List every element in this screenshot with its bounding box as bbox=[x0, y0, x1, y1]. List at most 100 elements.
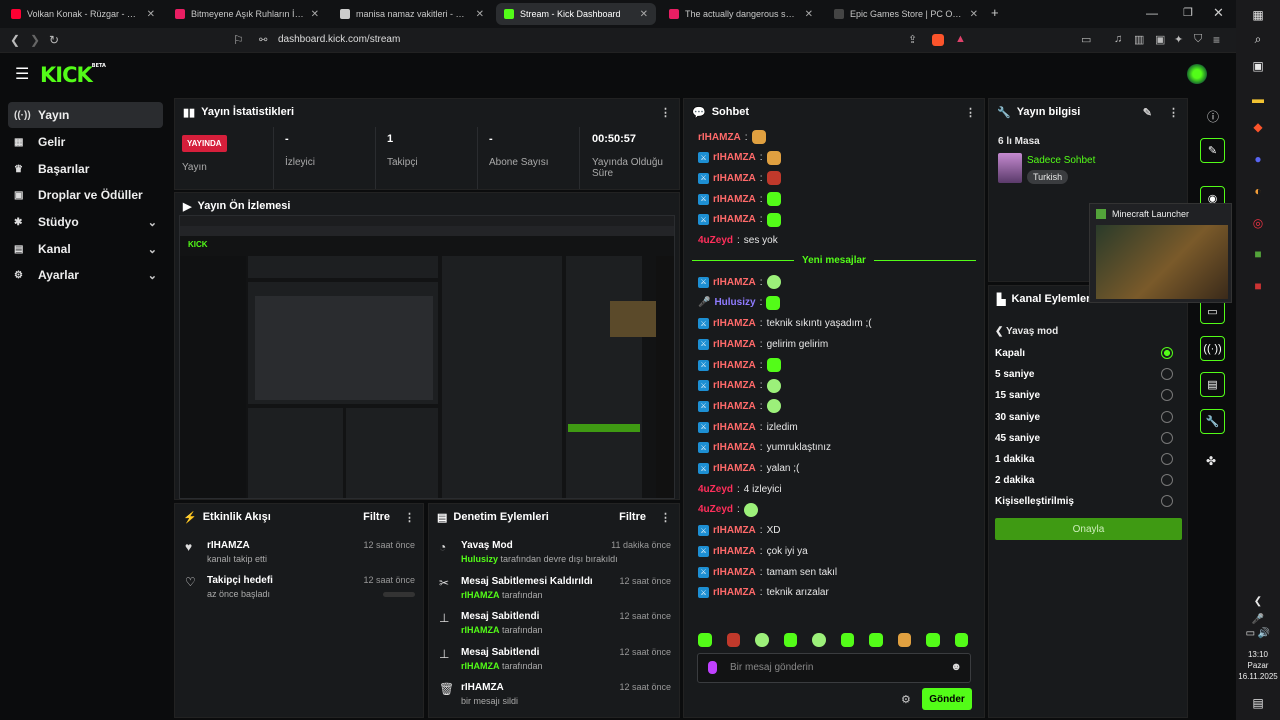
slow-mode-option[interactable]: 5 saniye bbox=[995, 369, 1034, 380]
minecraft-icon[interactable]: ■ bbox=[1243, 243, 1273, 265]
radio-button[interactable] bbox=[1161, 453, 1173, 465]
app2-icon[interactable]: ■ bbox=[1243, 275, 1273, 297]
chat-username[interactable]: rIHAMZA bbox=[713, 173, 756, 184]
chat-username[interactable]: rIHAMZA bbox=[713, 587, 756, 598]
maximize-icon[interactable]: ❐ bbox=[1183, 6, 1193, 19]
app-icon[interactable]: ◎ bbox=[1243, 212, 1273, 234]
moderator-name[interactable]: rIHAMZA bbox=[461, 661, 500, 671]
chat-message[interactable]: ⚔ rIHAMZA: izledim bbox=[698, 419, 798, 435]
send-button[interactable]: Gönder bbox=[922, 688, 972, 710]
taskbar-preview[interactable]: Minecraft Launcher bbox=[1089, 203, 1232, 303]
emote-picker-icon[interactable] bbox=[869, 633, 883, 647]
chat-message[interactable]: ⚔ rIHAMZA: yumruklaştınız bbox=[698, 440, 831, 456]
chat-message[interactable]: ⚔ rIHAMZA: bbox=[698, 212, 781, 228]
chat-message[interactable]: ⚔ rIHAMZA: bbox=[698, 170, 781, 186]
sidebar-item[interactable]: ▦ Gelir bbox=[8, 129, 163, 155]
back-icon[interactable]: ❮ bbox=[10, 33, 20, 47]
sidebar-item[interactable]: ((·)) Yayın bbox=[8, 102, 163, 128]
close-window-icon[interactable]: ✕ bbox=[1213, 5, 1224, 21]
more-icon[interactable]: ⋮ bbox=[965, 106, 976, 119]
chat-message[interactable]: 4uZeyd: ses yok bbox=[698, 233, 778, 249]
slow-mode-option[interactable]: 2 dakika bbox=[995, 475, 1034, 486]
more-actions-icon[interactable]: ✤ bbox=[1206, 454, 1216, 468]
hamburger-icon[interactable]: ☰ bbox=[15, 64, 29, 84]
radio-button[interactable] bbox=[1161, 368, 1173, 381]
emote-picker-icon[interactable] bbox=[783, 633, 797, 647]
chat-message[interactable]: ⚔ rIHAMZA: bbox=[698, 398, 781, 414]
radio-button[interactable] bbox=[1161, 347, 1173, 359]
vpn-icon[interactable]: ⛉ bbox=[1194, 33, 1202, 46]
more-icon[interactable]: ⋮ bbox=[1168, 106, 1179, 119]
slow-mode-option[interactable]: 1 dakika bbox=[995, 454, 1034, 465]
tab-close-icon[interactable]: ✕ bbox=[970, 9, 978, 20]
kick-logo[interactable]: KICKBETA bbox=[40, 63, 106, 87]
emote-picker-icon[interactable] bbox=[698, 633, 712, 647]
more-icon[interactable]: ⋮ bbox=[404, 511, 415, 524]
chat-message[interactable]: ⚔ rIHAMZA: teknik sıkıntı yaşadım ;( bbox=[698, 316, 872, 332]
site-settings-icon[interactable]: ⚯ bbox=[259, 35, 267, 46]
filter-button[interactable]: Filtre bbox=[619, 511, 646, 523]
chat-message[interactable]: rIHAMZA: bbox=[698, 129, 766, 145]
slow-mode-option[interactable]: 45 saniye bbox=[995, 433, 1040, 444]
brave-icon[interactable]: ◆ bbox=[1243, 116, 1273, 138]
chat-username[interactable]: rIHAMZA bbox=[713, 380, 756, 391]
chat-username[interactable]: rIHAMZA bbox=[713, 214, 756, 225]
chat-username[interactable]: rIHAMZA bbox=[713, 567, 756, 578]
tab-close-icon[interactable]: ✕ bbox=[476, 9, 484, 20]
chat-username[interactable]: rIHAMZA bbox=[713, 442, 756, 453]
obs-icon[interactable]: ◐ bbox=[1243, 180, 1273, 202]
broadcast-action-button[interactable]: ((·)) bbox=[1200, 336, 1225, 361]
emote-picker-icon[interactable] bbox=[755, 633, 769, 647]
moderator-name[interactable]: rIHAMZA bbox=[461, 590, 500, 600]
chat-message[interactable]: ⚔ rIHAMZA: gelirim gelirim bbox=[698, 336, 828, 352]
chat-message[interactable]: 4uZeyd:4 izleyici bbox=[698, 481, 782, 497]
browser-tab[interactable]: Epic Games Store | PC Oyunları, Mo ✕ bbox=[826, 3, 986, 25]
chevron-down-icon[interactable]: ⌄ bbox=[148, 269, 157, 282]
radio-button[interactable] bbox=[1161, 495, 1173, 508]
emote-picker-icon[interactable] bbox=[926, 633, 940, 647]
chat-username[interactable]: rIHAMZA bbox=[713, 525, 756, 536]
reading-icon[interactable]: ▥ bbox=[1134, 33, 1144, 46]
emote-picker-icon[interactable] bbox=[726, 633, 740, 647]
chat-username[interactable]: rIHAMZA bbox=[713, 318, 756, 329]
chat-message[interactable]: ⚔ rIHAMZA: bbox=[698, 191, 781, 207]
browser-tab[interactable]: Stream - Kick Dashboard ✕ bbox=[496, 3, 656, 25]
chat-username[interactable]: rIHAMZA bbox=[713, 401, 756, 412]
wallet-icon[interactable]: ▣ bbox=[1155, 33, 1165, 46]
info-icon[interactable]: ⓘ bbox=[1207, 108, 1219, 125]
notifications-icon[interactable]: ▤ bbox=[1243, 692, 1273, 714]
chat-message[interactable]: ⚔ rIHAMZA: teknik arızalar bbox=[698, 585, 829, 601]
cast-icon[interactable]: ▭ bbox=[1081, 33, 1091, 46]
emote-picker-icon[interactable] bbox=[897, 633, 911, 647]
chat-message[interactable]: ⚔ rIHAMZA: tamam sen takıl bbox=[698, 564, 837, 580]
menu-icon[interactable]: ≡ bbox=[1213, 33, 1220, 47]
tools-action-button[interactable]: 🔧 bbox=[1200, 409, 1225, 434]
browser-tab[interactable]: Volkan Konak - Rüzgar - YouTube ✕ bbox=[3, 3, 163, 25]
chat-settings-icon[interactable]: ⚙ bbox=[901, 693, 911, 706]
chat-message[interactable]: ⚔ rIHAMZA: bbox=[698, 357, 781, 373]
url-field[interactable]: dashboard.kick.com/stream bbox=[278, 34, 400, 45]
sidebar-item[interactable]: ▣ Droplar ve Ödüller bbox=[8, 182, 163, 208]
bookmark-icon[interactable]: ⚐ bbox=[233, 33, 244, 47]
rewards-icon[interactable]: ▲ bbox=[955, 33, 966, 45]
chat-message[interactable]: ⚔ rIHAMZA: XD bbox=[698, 523, 780, 539]
browser-tab[interactable]: The actually dangerous sport! #moto ✕ bbox=[661, 3, 821, 25]
tab-close-icon[interactable]: ✕ bbox=[640, 9, 648, 20]
edit-action-button[interactable]: ✎ bbox=[1200, 138, 1225, 163]
tray-network-icon[interactable]: ▭ 🔊 bbox=[1243, 622, 1273, 644]
radio-button[interactable] bbox=[1161, 410, 1173, 423]
sidebar-item[interactable]: ♛ Başarılar bbox=[8, 156, 163, 182]
discord-icon[interactable]: ● bbox=[1243, 148, 1273, 170]
emoji-icon[interactable]: ☻ bbox=[950, 661, 962, 673]
chat-message[interactable]: 🎤 Hulusizy: bbox=[698, 295, 781, 311]
category-link[interactable]: Sadece Sohbet bbox=[1027, 155, 1095, 166]
chat-username[interactable]: 4uZeyd bbox=[698, 235, 733, 246]
new-tab-icon[interactable]: + bbox=[991, 5, 999, 20]
tab-close-icon[interactable]: ✕ bbox=[147, 9, 155, 20]
chat-message[interactable]: 4uZeyd: bbox=[698, 502, 758, 518]
chat-message[interactable]: ⚔ rIHAMZA: bbox=[698, 378, 781, 394]
browser-tab[interactable]: manisa namaz vakitleri - Google'da A ✕ bbox=[332, 3, 492, 25]
radio-button[interactable] bbox=[1161, 431, 1173, 444]
explorer-icon[interactable]: ▬ bbox=[1243, 88, 1273, 110]
chevron-down-icon[interactable]: ⌄ bbox=[148, 243, 157, 256]
